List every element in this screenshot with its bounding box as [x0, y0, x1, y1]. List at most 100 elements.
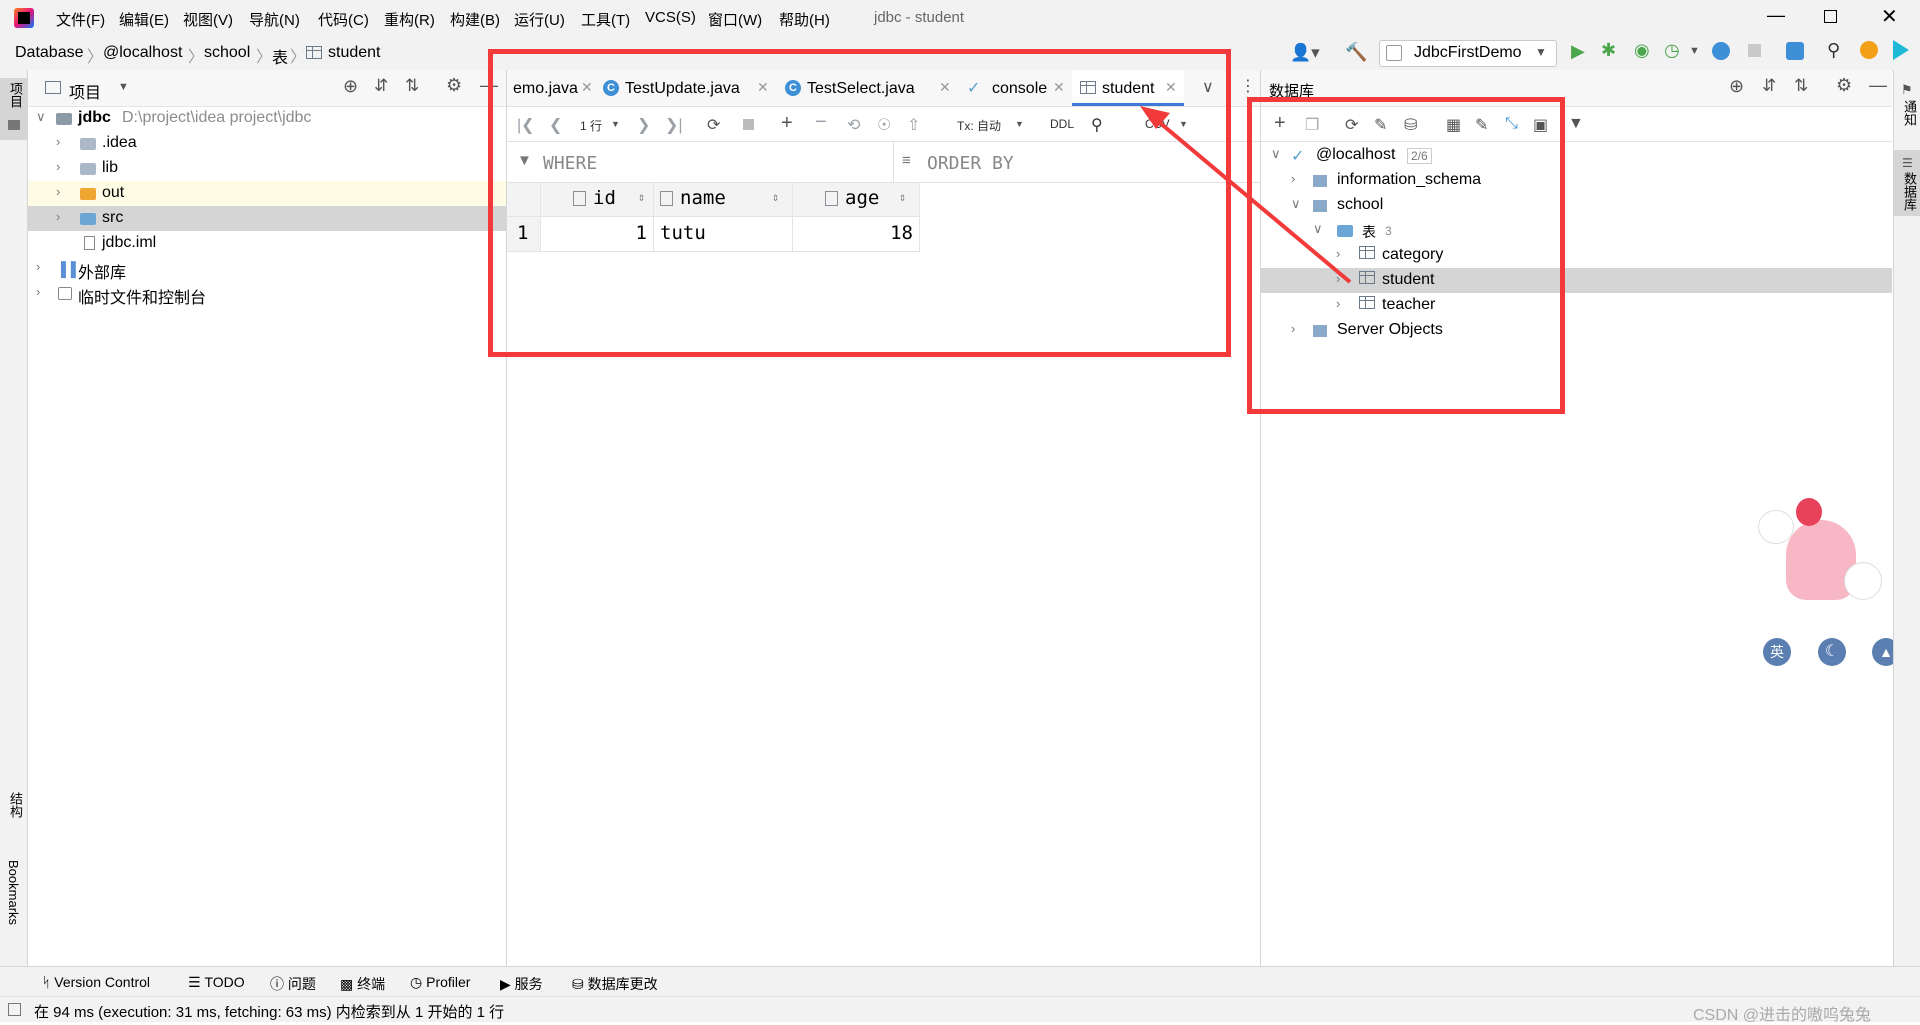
breadcrumb-table[interactable]: student [328, 44, 380, 62]
chevron-down-icon[interactable]: ∨ [36, 109, 46, 125]
profile-icon[interactable]: ◷ [1664, 40, 1680, 61]
bell-icon[interactable]: ⚑ [1901, 82, 1913, 98]
tree-item-label: jdbc [78, 109, 111, 126]
database-tool-button[interactable]: ☰ 数据库 [1894, 150, 1920, 216]
chevron-right-icon[interactable]: › [56, 209, 60, 224]
module-folder-icon [56, 113, 72, 125]
collapse-all-icon[interactable]: ⇅ [405, 76, 419, 96]
menu-window[interactable]: 窗口(W) [708, 9, 762, 30]
menu-build[interactable]: 构建(B) [450, 9, 500, 30]
tree-item-jdbc-iml[interactable]: jdbc.iml [28, 231, 506, 256]
chevron-right-icon[interactable]: › [56, 184, 60, 199]
tree-item-scratches[interactable]: › 临时文件和控制台 [28, 281, 506, 307]
chevron-down-icon: ▼ [1535, 45, 1547, 59]
chevron-right-icon[interactable]: › [36, 259, 40, 274]
chevron-right-icon[interactable]: › [36, 284, 40, 299]
tree-item-out[interactable]: › out [28, 181, 506, 206]
left-tool-strip: 项目 结构 Bookmarks [0, 70, 28, 966]
notifications-tool-label[interactable]: 通知 [1900, 100, 1919, 126]
structure-tool-label[interactable]: 结构 [6, 792, 25, 818]
gear-icon[interactable]: ⚙ [1836, 75, 1852, 96]
ide-update-icon[interactable] [1860, 41, 1878, 59]
more-options-icon[interactable]: ⋮ [1240, 76, 1256, 96]
folder-icon [80, 138, 96, 150]
filter-icon[interactable]: ▼ [1568, 115, 1584, 133]
tree-item-label: 临时文件和控制台 [78, 290, 207, 307]
services-tab[interactable]: ▶ 服务 [500, 974, 543, 994]
breadcrumb-database[interactable]: Database [15, 44, 84, 62]
tree-item-label: src [102, 209, 124, 226]
collapse-all-icon[interactable]: ⇅ [1794, 76, 1808, 96]
menu-run[interactable]: 运行(U) [514, 9, 565, 30]
bookmarks-tool-label[interactable]: Bookmarks [6, 860, 21, 925]
tree-item-lib[interactable]: › lib [28, 156, 506, 181]
input-method-button[interactable]: 英 [1763, 638, 1791, 666]
chevron-right-icon[interactable]: › [56, 134, 60, 149]
locate-icon[interactable]: ⊕ [1729, 76, 1744, 97]
tree-item-src[interactable]: › src [28, 206, 506, 231]
breadcrumb-host[interactable]: @localhost [103, 44, 182, 62]
close-window-icon[interactable]: ✕ [1881, 4, 1898, 29]
menu-file[interactable]: 文件(F) [56, 9, 105, 30]
menu-edit[interactable]: 编辑(E) [119, 9, 169, 30]
project-panel: 项目 ▼ ⊕ ⇵ ⇅ ⚙ — ∨ jdbc D:\project\idea pr… [28, 70, 507, 966]
gear-icon[interactable]: ⚙ [446, 75, 462, 96]
minimize-icon[interactable]: — [1767, 5, 1785, 26]
menu-refactor[interactable]: 重构(R) [384, 9, 435, 30]
menu-view[interactable]: 视图(V) [183, 9, 233, 30]
chevron-down-icon[interactable]: ▼ [118, 81, 129, 93]
update-icon[interactable] [1712, 42, 1730, 60]
tree-item-external-libraries[interactable]: › ▐▐ 外部库 [28, 256, 506, 282]
search-icon[interactable]: ⚲ [1827, 40, 1840, 61]
toggle-tool-windows-icon[interactable] [8, 1003, 21, 1016]
tab-label: 服务 [514, 976, 543, 992]
input-method-label: 英 [1770, 644, 1784, 660]
source-folder-icon [80, 213, 96, 225]
todo-tab[interactable]: ☰ TODO [188, 974, 245, 991]
coverage-icon[interactable]: ◉ [1634, 40, 1650, 61]
breadcrumb-tables[interactable]: 表 [272, 44, 288, 68]
menu-navigate[interactable]: 导航(N) [249, 9, 300, 30]
expand-all-icon[interactable]: ⇵ [374, 76, 388, 96]
database-tool-label: 数据库 [1902, 172, 1917, 211]
plugin-icon[interactable] [1786, 42, 1804, 60]
version-control-tab[interactable]: ᛋ Version Control [42, 974, 150, 990]
menu-help[interactable]: 帮助(H) [779, 9, 830, 30]
menu-tools[interactable]: 工具(T) [581, 9, 630, 30]
bottom-tool-tabs: ᛋ Version Control ☰ TODO ⓘ 问题 ▩ 终端 ◷ Pro… [0, 966, 1920, 997]
project-tool-label: 项目 [8, 82, 23, 108]
project-panel-title[interactable]: 项目 [69, 79, 101, 103]
breadcrumb-schema[interactable]: school [204, 44, 250, 62]
stop-icon[interactable] [1748, 44, 1761, 57]
profiler-tab[interactable]: ◷ Profiler [410, 974, 470, 991]
jetbrains-toolbox-icon[interactable] [1893, 40, 1909, 60]
debug-icon[interactable]: ✱ [1601, 40, 1616, 61]
run-icon[interactable]: ▶ [1571, 41, 1585, 62]
run-config-select[interactable]: JdbcFirstDemo ▼ [1379, 40, 1557, 67]
tree-item-idea[interactable]: › .idea [28, 131, 506, 156]
database-changes-tab[interactable]: ⛁ 数据库更改 [572, 974, 658, 994]
terminal-tab[interactable]: ▩ 终端 [340, 974, 385, 994]
tree-item-label: out [102, 184, 125, 201]
expand-all-icon[interactable]: ⇵ [1762, 76, 1776, 96]
maximize-icon[interactable] [1824, 10, 1837, 23]
tree-item-jdbc[interactable]: ∨ jdbc D:\project\idea project\jdbc [28, 106, 506, 131]
project-tool-button[interactable]: 项目 [0, 78, 27, 140]
project-panel-header: 项目 ▼ ⊕ ⇵ ⇅ ⚙ — [28, 70, 506, 107]
hide-panel-icon[interactable]: — [1869, 75, 1887, 96]
config-icon [1386, 45, 1402, 61]
menu-vcs[interactable]: VCS(S) [645, 9, 696, 26]
table-icon [306, 46, 322, 59]
tab-label: 终端 [357, 976, 386, 992]
more-run-chevron-icon[interactable]: ▼ [1689, 45, 1700, 57]
locate-icon[interactable]: ⊕ [343, 76, 358, 97]
excluded-folder-icon [80, 188, 96, 200]
moon-icon[interactable]: ☾ [1818, 638, 1846, 666]
build-hammer-icon[interactable]: 🔨 [1345, 42, 1367, 63]
chevron-right-icon[interactable]: › [56, 159, 60, 174]
folder-icon [80, 163, 96, 175]
status-message: 在 94 ms (execution: 31 ms, fetching: 63 … [34, 1004, 505, 1021]
user-icon[interactable]: 👤▾ [1290, 43, 1320, 63]
menu-code[interactable]: 代码(C) [318, 9, 369, 30]
problems-tab[interactable]: ⓘ 问题 [270, 974, 316, 994]
